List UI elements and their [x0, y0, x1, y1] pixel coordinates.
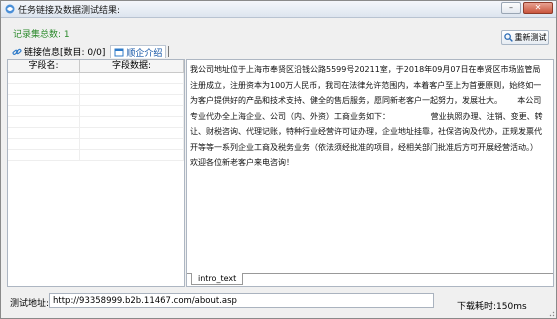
table-row[interactable]	[8, 95, 184, 106]
table-cell	[80, 128, 184, 138]
table-row[interactable]	[8, 117, 184, 128]
column-header-field-name[interactable]: 字段名:	[8, 60, 80, 72]
retest-button[interactable]: 重新测试	[501, 30, 549, 45]
tab-link-info-label: 链接信息[数目: 0/0]	[24, 48, 106, 58]
window-controls: – ✕	[501, 2, 553, 14]
table-cell	[8, 128, 80, 138]
tab-link-info[interactable]: 链接信息[数目: 0/0]	[9, 45, 108, 58]
result-window: 任务链接及数据测试结果: – ✕ 记录集总数: 1 重新测试 链接信息[数目: …	[0, 0, 557, 319]
table-cell	[80, 139, 184, 149]
table-cell	[8, 117, 80, 127]
table-row[interactable]	[8, 139, 184, 150]
tab-company-intro[interactable]: 顺企介绍	[110, 45, 167, 59]
table-cell	[8, 139, 80, 149]
table-cell	[8, 84, 80, 94]
table-cell	[8, 106, 80, 116]
table-header: 字段名: 字段数据:	[8, 60, 184, 73]
test-url-label: 测试地址:	[10, 299, 50, 309]
title-bar[interactable]: 任务链接及数据测试结果: – ✕	[1, 1, 556, 18]
table-body	[8, 73, 184, 161]
retest-label: 重新测试	[514, 33, 547, 42]
table-row[interactable]	[8, 106, 184, 117]
tab-bar: 链接信息[数目: 0/0] 顺企介绍	[9, 45, 170, 59]
window-title: 任务链接及数据测试结果:	[18, 6, 121, 16]
magnifier-icon	[503, 33, 513, 42]
app-icon	[5, 4, 15, 14]
tab-divider	[168, 46, 170, 57]
table-row[interactable]	[8, 150, 184, 161]
column-header-field-data[interactable]: 字段数据:	[80, 60, 184, 72]
test-url-input[interactable]	[49, 293, 434, 308]
table-row[interactable]	[8, 128, 184, 139]
tab-intro-text[interactable]: intro_text	[191, 273, 244, 285]
link-icon	[12, 48, 22, 55]
window-icon	[114, 48, 124, 57]
content-panel[interactable]: 我公司地址位于上海市奉贤区沿钱公路5599号20211室，于2018年09月07…	[186, 59, 554, 287]
table-cell	[80, 106, 184, 116]
field-table[interactable]: 字段名: 字段数据:	[7, 59, 185, 287]
table-cell	[8, 73, 80, 83]
table-row[interactable]	[8, 73, 184, 84]
table-cell	[80, 117, 184, 127]
resize-grip-icon[interactable]	[547, 309, 555, 317]
record-count-label: 记录集总数: 1	[13, 30, 70, 40]
download-time-label: 下载耗时:150ms	[457, 302, 527, 312]
table-cell	[8, 150, 80, 160]
table-cell	[80, 95, 184, 105]
table-cell	[80, 84, 184, 94]
minimize-button[interactable]: –	[501, 2, 521, 14]
intro-text-content[interactable]: 我公司地址位于上海市奉贤区沿钱公路5599号20211室，于2018年09月07…	[190, 62, 547, 171]
tab-company-intro-label: 顺企介绍	[126, 48, 163, 59]
close-button[interactable]: ✕	[523, 2, 553, 14]
table-cell	[80, 150, 184, 160]
table-row[interactable]	[8, 84, 184, 95]
table-cell	[8, 95, 80, 105]
table-cell	[80, 73, 184, 83]
